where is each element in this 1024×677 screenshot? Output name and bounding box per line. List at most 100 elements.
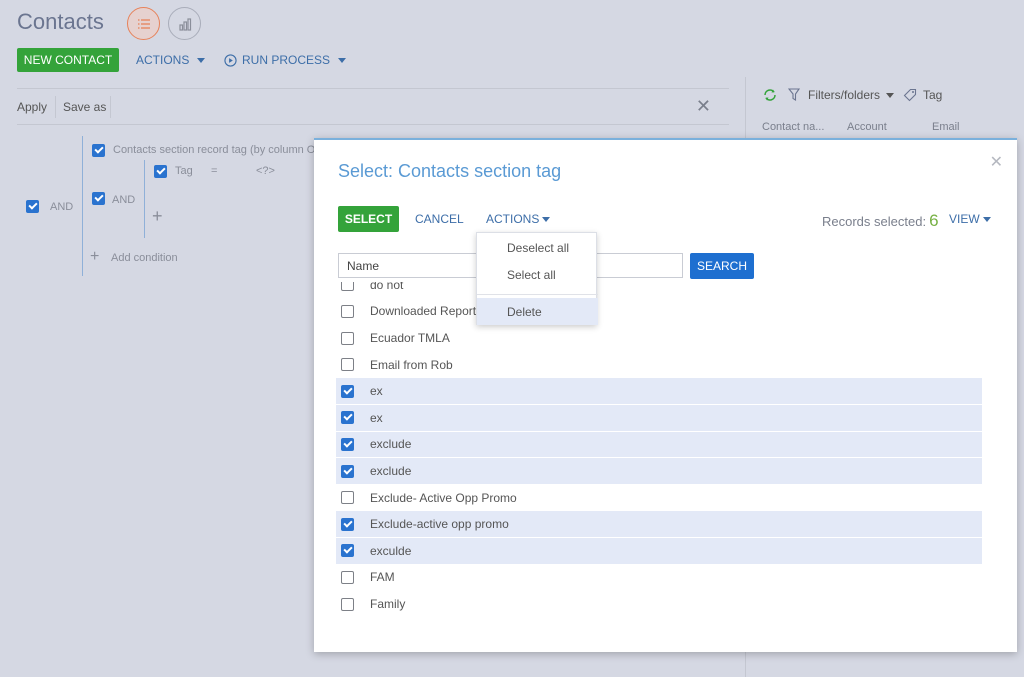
- list-item[interactable]: ex: [336, 405, 982, 431]
- group-line: [82, 136, 83, 276]
- run-process-button[interactable]: RUN PROCESS: [224, 53, 347, 67]
- modal-actions-button[interactable]: ACTIONS: [486, 212, 551, 226]
- list-item-label: Downloaded Report: [370, 304, 477, 319]
- list-view-button[interactable]: [127, 7, 160, 40]
- add-icon[interactable]: +: [152, 206, 163, 227]
- list-item-label: exclude: [370, 464, 412, 479]
- save-as-button[interactable]: Save as: [63, 100, 106, 114]
- delete-item[interactable]: Delete: [477, 298, 598, 325]
- apply-button[interactable]: Apply: [17, 100, 47, 114]
- list-item[interactable]: Exclude-active opp promo: [336, 511, 982, 538]
- records-selected: Records selected: 6: [822, 211, 939, 231]
- list-item-label: Email from Rob: [370, 357, 453, 372]
- group-line: [144, 160, 145, 238]
- select-button[interactable]: SELECT: [338, 206, 399, 232]
- list-item-label: ex: [370, 384, 383, 399]
- filters-folders-label: Filters/folders: [808, 88, 881, 102]
- list-item-checkbox[interactable]: [341, 282, 354, 292]
- analytics-view-button[interactable]: [168, 7, 201, 40]
- list-item[interactable]: Downloaded Report: [336, 299, 982, 325]
- list-item[interactable]: do not: [336, 282, 982, 298]
- divider: [110, 96, 111, 118]
- chevron-down-icon: [338, 57, 347, 63]
- list-item-checkbox[interactable]: [341, 358, 354, 372]
- cancel-button[interactable]: CANCEL: [415, 212, 464, 226]
- list-item-checkbox[interactable]: [341, 544, 354, 558]
- tag-button[interactable]: Tag: [923, 88, 942, 102]
- page-actions-label: ACTIONS: [136, 53, 190, 67]
- add-condition-button[interactable]: Add condition: [111, 252, 178, 264]
- deselect-all-item[interactable]: Deselect all: [477, 234, 598, 261]
- filter-icon: [788, 88, 801, 101]
- list-item-checkbox[interactable]: [341, 570, 354, 584]
- run-process-label: RUN PROCESS: [242, 53, 331, 67]
- list-item-checkbox[interactable]: [341, 437, 354, 451]
- list-item-label: Family: [370, 597, 406, 612]
- and-subgroup-checkbox[interactable]: [92, 192, 105, 205]
- select-tag-modal: Select: Contacts section tag ✕ SELECT CA…: [314, 138, 1017, 652]
- records-selected-count: 6: [929, 211, 939, 230]
- refresh-icon[interactable]: [763, 88, 777, 102]
- column-header-account[interactable]: Account: [847, 121, 887, 133]
- tag-condition-value[interactable]: <?>: [256, 165, 275, 177]
- list-item[interactable]: exclude: [336, 458, 982, 484]
- list-item-label: Exclude-active opp promo: [370, 517, 509, 532]
- list-item[interactable]: Email from Rob: [336, 352, 982, 378]
- divider: [55, 96, 56, 118]
- list-item-checkbox[interactable]: [341, 384, 354, 398]
- select-all-item[interactable]: Select all: [477, 261, 598, 288]
- column-header-contact[interactable]: Contact na...: [762, 121, 824, 133]
- list-item-label: FAM: [370, 570, 395, 585]
- column-header-email[interactable]: Email: [932, 121, 960, 133]
- chevron-down-icon: [197, 57, 206, 63]
- list-item-checkbox[interactable]: [341, 597, 354, 611]
- list-item[interactable]: Family: [336, 591, 982, 617]
- tag-condition-operator[interactable]: =: [211, 165, 217, 177]
- tag-condition-checkbox[interactable]: [154, 165, 167, 178]
- page-actions-button[interactable]: ACTIONS: [136, 53, 206, 67]
- view-button[interactable]: VIEW: [949, 212, 991, 226]
- bar-chart-icon: [178, 17, 191, 31]
- play-circle-icon: [224, 53, 237, 67]
- modal-title: Select: Contacts section tag: [338, 161, 562, 181]
- list-item[interactable]: Exclude- Active Opp Promo: [336, 485, 982, 511]
- list-item[interactable]: exculde: [336, 538, 982, 564]
- records-selected-label: Records selected:: [822, 214, 927, 229]
- list-item[interactable]: Ecuador TMLA: [336, 325, 982, 351]
- filters-folders-button[interactable]: Filters/folders: [808, 88, 895, 102]
- chevron-down-icon: [982, 216, 991, 222]
- tag-condition-label[interactable]: Tag: [175, 165, 193, 177]
- close-filter-icon[interactable]: ✕: [696, 96, 711, 117]
- view-label: VIEW: [949, 212, 980, 226]
- modal-actions-label: ACTIONS: [486, 212, 540, 226]
- condition-checkbox[interactable]: [92, 144, 105, 157]
- list-item-label: exculde: [370, 543, 412, 558]
- tag-icon: [903, 88, 917, 102]
- list-item-label: do not: [370, 282, 404, 292]
- list-item-label: exclude: [370, 437, 412, 452]
- list-item-checkbox[interactable]: [341, 464, 354, 478]
- chevron-down-icon: [542, 216, 551, 222]
- condition-label[interactable]: Contacts section record tag (by column O…: [113, 144, 321, 156]
- page-title: Contacts: [17, 9, 104, 34]
- list-item-checkbox[interactable]: [341, 517, 354, 531]
- close-icon[interactable]: ✕: [990, 152, 1003, 172]
- list-item-checkbox[interactable]: [341, 331, 354, 345]
- menu-divider: [477, 294, 598, 295]
- search-button[interactable]: SEARCH: [690, 253, 754, 279]
- and-operator[interactable]: AND: [50, 201, 73, 213]
- and-group-checkbox[interactable]: [26, 200, 39, 213]
- list-item-checkbox[interactable]: [341, 304, 354, 318]
- list-item[interactable]: FAM: [336, 565, 982, 591]
- list-item[interactable]: exclude: [336, 431, 982, 458]
- tag-list: do not Downloaded Report Ecuador TMLA Email…: [336, 282, 982, 627]
- chevron-down-icon: [886, 92, 895, 98]
- list-item-label: Exclude- Active Opp Promo: [370, 490, 517, 505]
- list-item-label: ex: [370, 410, 383, 425]
- filter-bar: Apply Save as ✕: [17, 88, 729, 125]
- list-item-checkbox[interactable]: [341, 411, 354, 425]
- list-item[interactable]: ex: [336, 378, 982, 405]
- list-item-checkbox[interactable]: [341, 491, 354, 505]
- and-operator[interactable]: AND: [112, 194, 135, 206]
- new-contact-button[interactable]: NEW CONTACT: [17, 48, 119, 72]
